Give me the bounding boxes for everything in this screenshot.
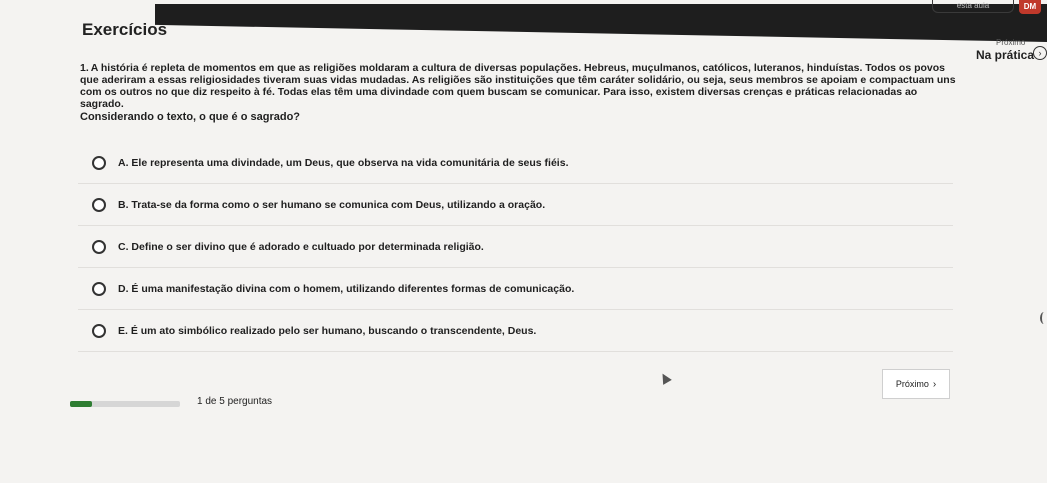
progress-text: 1 de 5 perguntas (197, 396, 273, 407)
option-label: A. Ele representa uma divindade, um Deus… (118, 156, 569, 169)
option-d[interactable]: D. É uma manifestação divina com o homem… (78, 268, 953, 310)
progress-bar (70, 401, 180, 407)
chevron-right-icon: › (932, 378, 937, 390)
next-section-link[interactable]: Na prática (976, 48, 1034, 62)
header-band (155, 4, 1047, 42)
radio-icon[interactable] (92, 281, 106, 296)
option-e[interactable]: E. É um ato simbólico realizado pelo ser… (78, 310, 953, 352)
radio-icon[interactable] (92, 239, 106, 254)
radio-icon[interactable] (92, 155, 106, 170)
chevron-right-icon[interactable]: › (1033, 46, 1047, 60)
option-a[interactable]: A. Ele representa uma divindade, um Deus… (78, 142, 953, 184)
radio-icon[interactable] (92, 197, 106, 212)
avatar[interactable]: DM (1019, 0, 1041, 14)
option-label: D. É uma manifestação divina com o homem… (118, 282, 575, 295)
option-label: E. É um ato simbólico realizado pelo ser… (118, 324, 537, 337)
top-pill[interactable]: esta aula (932, 0, 1014, 13)
question-number: 1. (80, 62, 89, 74)
question-text: 1. A história é repleta de momentos em qu… (80, 62, 960, 110)
option-b[interactable]: B. Trata-se da forma como o ser humano s… (78, 184, 953, 226)
next-button-label: Próximo (895, 379, 929, 389)
option-c[interactable]: C. Define o ser divino que é adorado e c… (78, 226, 953, 268)
option-label: B. Trata-se da forma como o ser humano s… (118, 198, 546, 211)
answer-options: A. Ele representa uma divindade, um Deus… (78, 142, 953, 352)
side-scroll-indicator[interactable] (1040, 312, 1047, 324)
next-button[interactable]: Próximo › (882, 369, 950, 399)
page-title: Exercícios (82, 20, 168, 39)
next-section-caption: Próximo (996, 38, 1026, 47)
mouse-cursor-icon (658, 371, 672, 385)
option-label: C. Define o ser divino que é adorado e c… (118, 240, 484, 253)
question-body: A história é repleta de momentos em que … (80, 62, 956, 110)
radio-icon[interactable] (92, 323, 106, 338)
progress-fill (70, 401, 92, 407)
question-prompt: Considerando o texto, o que é o sagrado? (80, 111, 301, 123)
